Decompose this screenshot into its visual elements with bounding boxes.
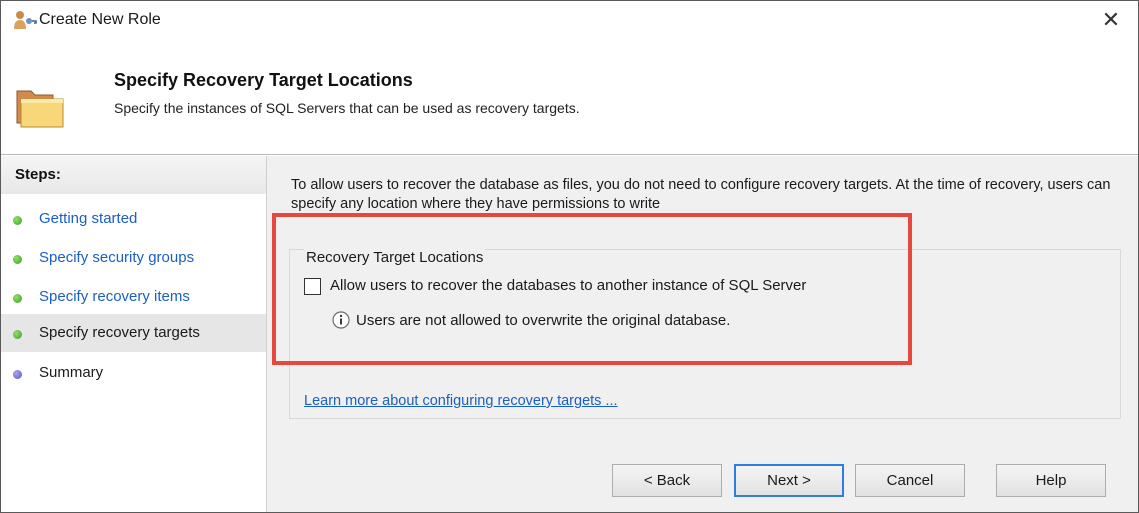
main-panel: To allow users to recover the database a… — [267, 156, 1138, 512]
recovery-target-locations-group: Recovery Target Locations Allow users to… — [289, 249, 1121, 419]
steps-header: Steps: — [1, 156, 266, 194]
info-icon — [332, 311, 350, 329]
step-label: Specify recovery targets — [39, 324, 200, 341]
page-title: Specify Recovery Target Locations — [114, 70, 413, 90]
role-users-icon — [14, 11, 37, 29]
step-specify-recovery-items[interactable]: Specify recovery items — [1, 278, 266, 316]
close-button[interactable]: ✕ — [1095, 7, 1127, 33]
folder-icon — [16, 90, 64, 128]
allow-other-instance-checkbox[interactable] — [304, 278, 321, 295]
step-label: Specify recovery items — [39, 288, 190, 305]
page-description: Specify the instances of SQL Servers tha… — [114, 100, 580, 116]
help-button[interactable]: Help — [996, 464, 1106, 497]
step-completed-icon — [13, 216, 22, 225]
step-label: Summary — [39, 364, 104, 381]
create-new-role-dialog: Create New Role ✕ Specify Recovery Targe… — [0, 0, 1139, 513]
title-bar: Create New Role ✕ — [1, 1, 1138, 37]
step-summary: Summary — [1, 354, 266, 392]
wizard-header: Specify Recovery Target Locations Specif… — [1, 37, 1138, 155]
header-divider — [1, 154, 1138, 155]
steps-sidebar: Steps: Getting started Specify security … — [1, 156, 267, 512]
learn-more-link[interactable]: Learn more about configuring recovery ta… — [304, 393, 618, 409]
checkbox-label[interactable]: Allow users to recover the databases to … — [330, 277, 806, 294]
window-title: Create New Role — [39, 11, 161, 28]
step-pending-icon — [13, 370, 22, 379]
steps-label: Steps: — [15, 166, 61, 183]
back-button[interactable]: < Back — [612, 464, 722, 497]
step-specify-security-groups[interactable]: Specify security groups — [1, 239, 266, 277]
cancel-button[interactable]: Cancel — [855, 464, 965, 497]
step-label: Getting started — [39, 210, 138, 227]
step-label: Specify security groups — [39, 249, 195, 266]
group-title: Recovery Target Locations — [304, 249, 486, 266]
step-completed-icon — [13, 255, 22, 264]
intro-text: To allow users to recover the database a… — [291, 177, 1111, 212]
step-getting-started[interactable]: Getting started — [1, 200, 266, 238]
info-text: Users are not allowed to overwrite the o… — [356, 312, 731, 329]
step-specify-recovery-targets: Specify recovery targets — [1, 314, 266, 352]
step-completed-icon — [13, 294, 22, 303]
next-button[interactable]: Next > — [734, 464, 844, 497]
step-completed-icon — [13, 330, 22, 339]
